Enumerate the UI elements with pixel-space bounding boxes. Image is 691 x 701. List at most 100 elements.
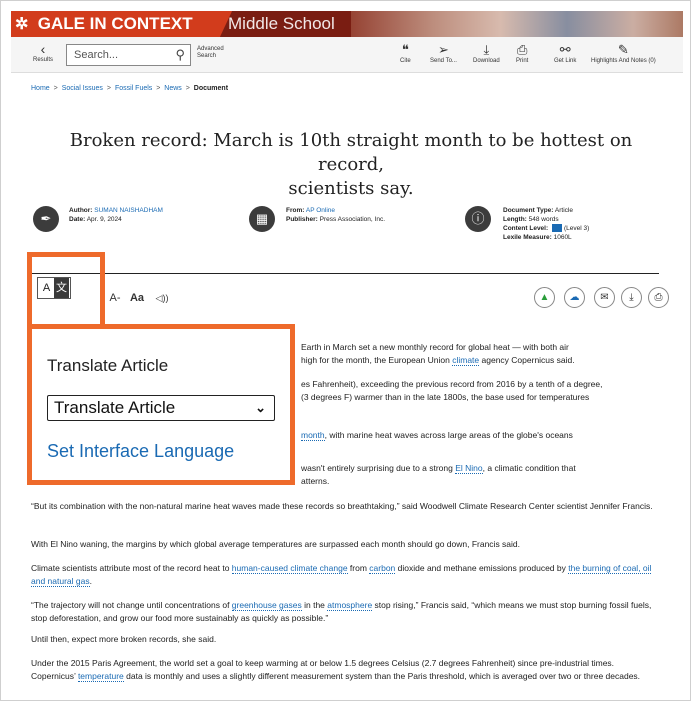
download-icon: ⤓ — [483, 42, 490, 57]
author-link[interactable]: SUMAN NAISHADHAM — [94, 207, 163, 214]
search-icon[interactable]: ⚲ — [175, 47, 185, 63]
paragraph-5: “But its combination with the non-natura… — [31, 501, 653, 511]
document-meta: Document Type: Article Length: 548 words… — [503, 206, 589, 242]
font-style-button[interactable]: Aa — [127, 287, 147, 309]
printer-icon[interactable]: ⎙ — [648, 287, 669, 308]
advanced-search-link[interactable]: Advanced Search — [197, 46, 237, 60]
toolbar: ‹ Results Search... ⚲ Advanced Search ❝ … — [11, 37, 683, 73]
print-label: Print — [516, 58, 529, 64]
translate-highlight — [27, 252, 105, 332]
breadcrumb-separator: > — [156, 85, 161, 92]
paragraph-3-line: month, with marine heat waves across lar… — [301, 429, 661, 442]
email-icon[interactable]: ✉ — [594, 287, 615, 308]
article-title-line-1: Broken record: March is 10th straight mo… — [69, 130, 633, 175]
get-link-button[interactable]: ⚯ Get Link — [554, 42, 576, 64]
translate-popup-title: Translate Article — [47, 356, 169, 375]
paragraph-10: Under the 2015 Paris Agreement, the worl… — [31, 657, 659, 683]
publisher-label: Publisher: — [286, 216, 318, 223]
paragraph-9: Until then, expect more broken records, … — [31, 634, 217, 644]
font-decrease-button[interactable]: A- — [105, 287, 125, 309]
from-label: From: — [286, 207, 305, 214]
p4a-pre: wasn't entirely surprising due to a stro… — [301, 463, 456, 473]
doc-type-value: Article — [554, 207, 573, 214]
paragraph-1-line-2: high for the month, the European Union c… — [301, 354, 661, 367]
search-placeholder: Search... — [74, 49, 119, 61]
onedrive-icon[interactable]: ☁ — [564, 287, 585, 308]
get-link-label: Get Link — [554, 58, 577, 64]
paragraph-7: Climate scientists attribute most of the… — [31, 562, 659, 588]
link-temperature[interactable]: temperature — [77, 671, 124, 682]
gale-logo-icon: ✲ — [15, 16, 29, 33]
set-interface-language-link[interactable]: Set Interface Language — [47, 441, 234, 462]
link-human-caused-climate-change[interactable]: human-caused climate change — [231, 563, 348, 574]
translate-language-select[interactable]: Translate Article ⌄ — [47, 395, 275, 421]
paragraph-2-line-2: (3 degrees F) warmer than in the late 18… — [301, 392, 590, 402]
p10-post: data is monthly and uses a slightly diff… — [123, 671, 641, 681]
paragraph-4-line-2: atterns. — [301, 476, 330, 486]
paragraph-6: With El Nino waning, the margins by whic… — [31, 539, 521, 549]
print-button[interactable]: ⎙ Print — [516, 42, 528, 64]
printer-icon: ⎙ — [516, 42, 528, 57]
download-icon[interactable]: ⤓ — [621, 287, 642, 308]
chevron-left-icon: ‹ — [40, 41, 46, 57]
breadcrumb-news[interactable]: News — [164, 85, 182, 92]
brand-logo[interactable]: ✲ GALE IN CONTEXT — [11, 11, 211, 37]
link-el-nino[interactable]: El Nino — [455, 463, 483, 474]
p7-mid2: dioxide and methane emissions produced b… — [395, 563, 569, 573]
source-meta: From: AP Online Publisher: Press Associa… — [286, 206, 385, 224]
app-frame: ✲ GALE IN CONTEXT Middle School ‹ Result… — [0, 0, 691, 701]
results-label: Results — [32, 57, 53, 63]
p7-mid: from — [347, 563, 370, 573]
link-month[interactable]: month — [301, 430, 325, 441]
article-title: Broken record: March is 10th straight mo… — [41, 129, 661, 201]
search-input[interactable]: Search... ⚲ — [66, 44, 191, 66]
breadcrumb-home[interactable]: Home — [31, 85, 50, 92]
listen-button[interactable]: ◁)) — [150, 287, 174, 309]
author-meta: Author: SUMAN NAISHADHAM Date: Apr. 9, 2… — [69, 206, 163, 224]
send-to-label: Send To... — [430, 58, 457, 64]
content-level-value: (Level 3) — [563, 225, 590, 232]
link-atmosphere[interactable]: atmosphere — [327, 600, 373, 611]
lexile-label: Lexile Measure: — [503, 234, 552, 241]
p3-post: , with marine heat waves across large ar… — [324, 430, 573, 440]
p1b-pre: high for the month, the European Union — [301, 355, 453, 365]
translate-popup: Translate Article Translate Article ⌄ Se… — [27, 324, 295, 485]
lexile-value: 1060L — [553, 234, 572, 241]
level-badge-icon — [551, 224, 562, 233]
paragraph-1-line-1: Earth in March set a new monthly record … — [301, 342, 569, 352]
send-to-button[interactable]: ➢ Send To... — [430, 42, 457, 64]
send-icon: ➢ — [438, 42, 449, 57]
divider — [31, 273, 659, 274]
cite-label: Cite — [400, 58, 411, 64]
publisher-value: Press Association, Inc. — [319, 216, 385, 223]
cite-button[interactable]: ❝ Cite — [400, 42, 411, 64]
doc-type-label: Document Type: — [503, 207, 554, 214]
article-title-line-2: scientists say. — [288, 178, 414, 199]
breadcrumb-current: Document — [193, 85, 229, 92]
paragraph-4-line-1: wasn't entirely surprising due to a stro… — [301, 462, 661, 475]
breadcrumb-social-issues[interactable]: Social Issues — [62, 85, 103, 92]
edition-label: Middle School — [228, 14, 335, 33]
chevron-down-icon: ⌄ — [255, 400, 266, 415]
p8-pre: “The trajectory will not change until co… — [31, 600, 232, 610]
breadcrumb-separator: > — [185, 85, 190, 92]
google-drive-icon[interactable]: ▲ — [534, 287, 555, 308]
breadcrumb-fossil-fuels[interactable]: Fossil Fuels — [115, 85, 152, 92]
header-banner: ✲ GALE IN CONTEXT Middle School — [11, 11, 683, 37]
link-greenhouse-gases[interactable]: greenhouse gases — [231, 600, 302, 611]
link-climate[interactable]: climate — [452, 355, 480, 366]
quote-icon: ❝ — [401, 42, 409, 57]
results-button[interactable]: ‹ Results — [25, 41, 61, 63]
link-icon: ⚯ — [559, 42, 571, 57]
author-label: Author: — [69, 207, 93, 214]
paragraph-8: “The trajectory will not change until co… — [31, 599, 659, 625]
content-level-label: Content Level: — [503, 225, 549, 232]
advanced-label-1: Advanced — [197, 46, 224, 52]
banner-photo — [351, 11, 683, 37]
translate-select-value: Translate Article — [54, 398, 176, 417]
source-link[interactable]: AP Online — [306, 207, 335, 214]
link-carbon[interactable]: carbon — [369, 563, 396, 574]
download-button[interactable]: ⤓ Download — [473, 42, 500, 64]
breadcrumb: Home > Social Issues > Fossil Fuels > Ne… — [31, 85, 228, 92]
highlights-button[interactable]: ✎ Highlights And Notes (0) — [591, 42, 656, 64]
